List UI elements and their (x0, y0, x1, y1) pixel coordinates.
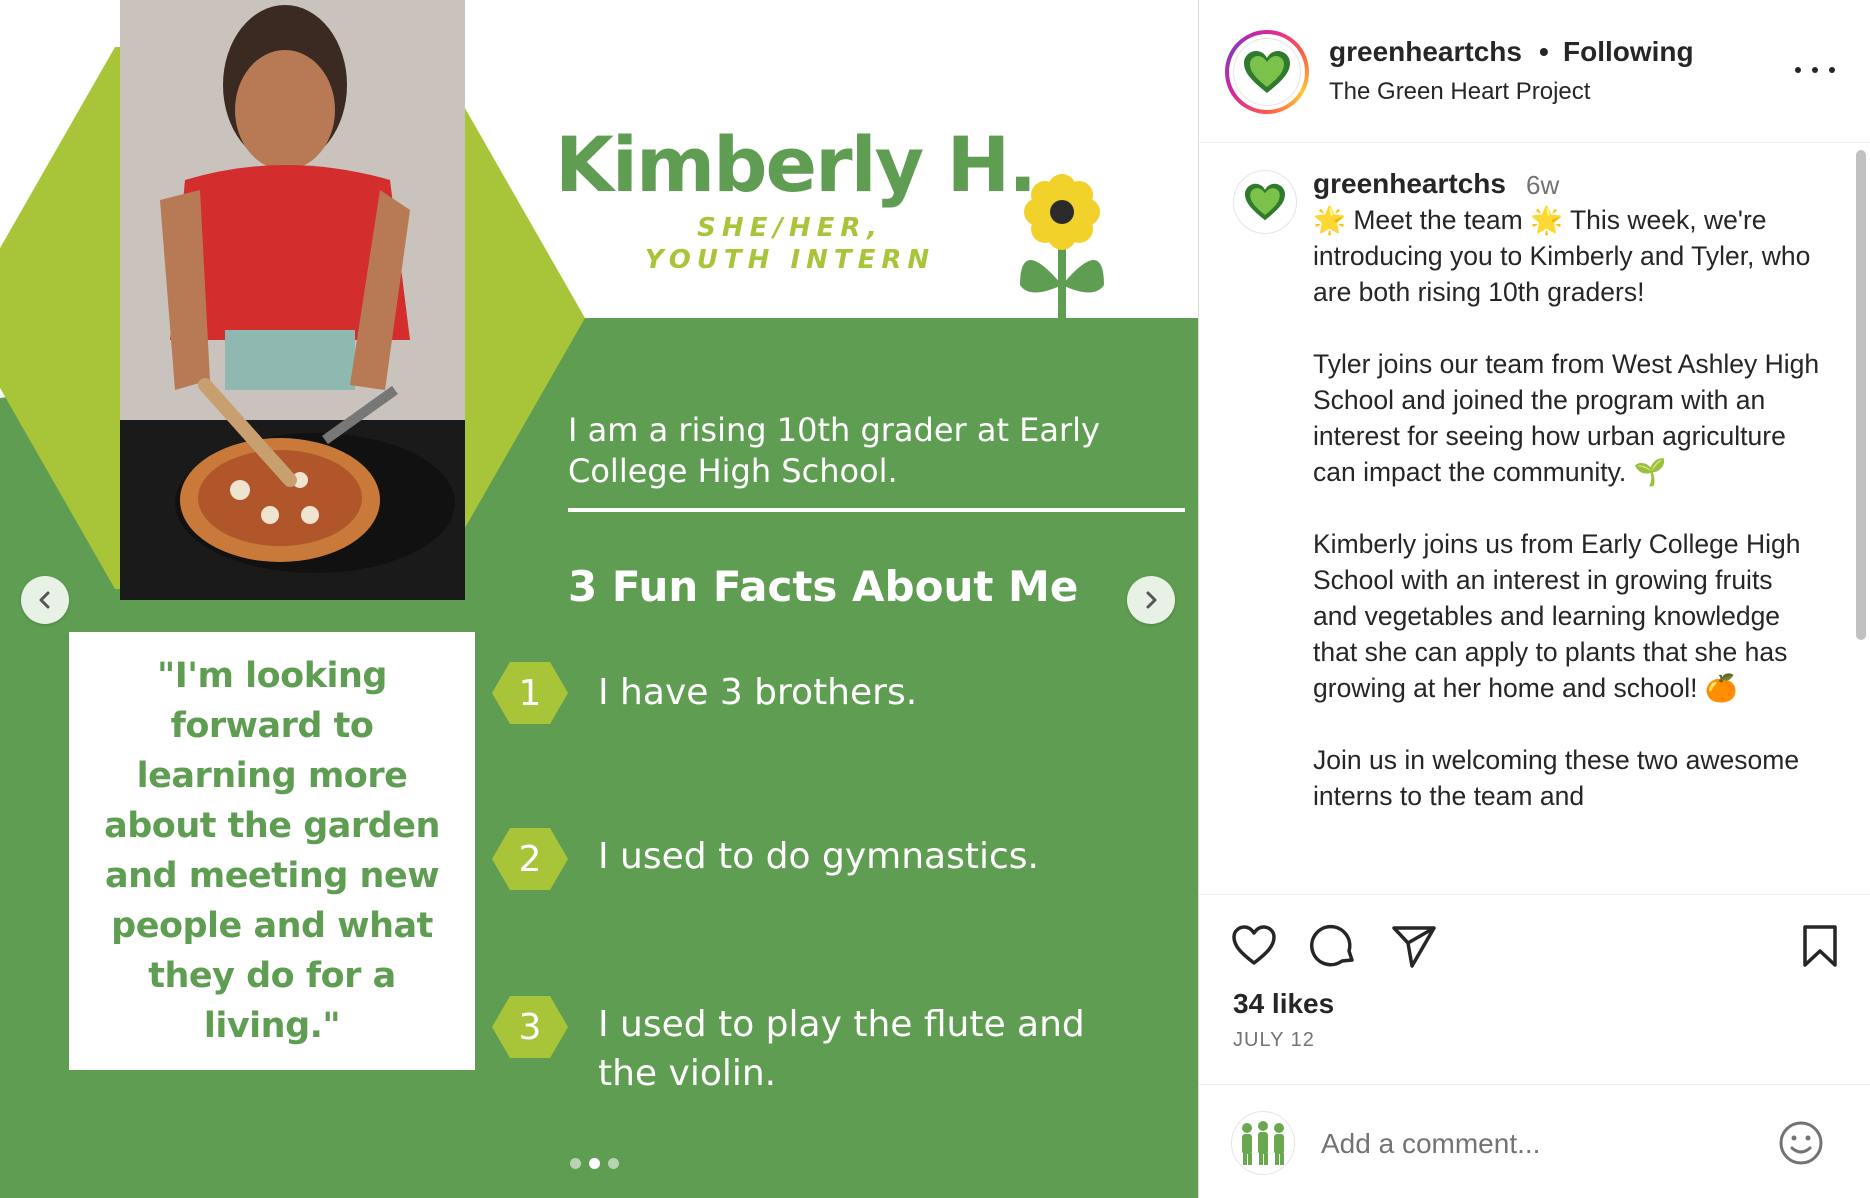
intern-name: Kimberly H. (555, 120, 1037, 209)
like-button[interactable] (1229, 921, 1279, 971)
fact-number-1: 1 (518, 672, 542, 714)
emoji-button[interactable] (1777, 1119, 1825, 1167)
chevron-left-icon (39, 591, 50, 609)
green-heart-icon (1244, 51, 1290, 93)
quote-box: "I'm looking forward to learning more ab… (69, 632, 475, 1070)
fact-text-2: I used to do gymnastics. (598, 836, 1039, 877)
caption-avatar[interactable] (1233, 170, 1297, 234)
caption-text: 🌟 Meet the team 🌟 This week, we're intro… (1313, 202, 1823, 814)
bookmark-icon (1803, 925, 1837, 967)
header-username-link[interactable]: greenheartchs (1329, 36, 1522, 68)
story-ring[interactable] (1225, 30, 1309, 114)
share-button[interactable] (1389, 921, 1439, 971)
carousel-next-button[interactable] (1127, 576, 1175, 624)
caption-scrollbar[interactable] (1856, 150, 1866, 640)
people-icon (1242, 1121, 1284, 1165)
post-date[interactable]: JULY 12 (1233, 1029, 1315, 1052)
comment-button[interactable] (1309, 921, 1359, 971)
role-line-1: SHE/HER, (697, 213, 883, 243)
role-line-2: YOUTH INTERN (644, 245, 936, 275)
heart-icon (1232, 925, 1276, 965)
caption-paragraph-4: Join us in welcoming these two awesome i… (1313, 745, 1807, 811)
profile-avatar (1233, 38, 1301, 106)
carousel-dot-active (589, 1158, 600, 1169)
carousel-prev-button[interactable] (21, 576, 69, 624)
caption-area: greenheartchs 6w 🌟 Meet the team 🌟 This … (1199, 144, 1870, 894)
fact-number-2: 2 (518, 838, 542, 880)
photo-cooking (120, 0, 465, 600)
header-separator: • (1539, 36, 1549, 67)
post-header: greenheartchs • Following The Green Hear… (1199, 0, 1870, 143)
caption-timestamp[interactable]: 6w (1526, 170, 1559, 201)
comment-bar (1199, 1084, 1870, 1198)
carousel-dots (570, 1158, 619, 1169)
fact-text-1: I have 3 brothers. (598, 672, 918, 713)
following-button[interactable]: Following (1563, 36, 1694, 68)
caption-username-link[interactable]: greenheartchs (1313, 168, 1506, 200)
fact-text-3: I used to play the flute and the violin. (598, 1004, 1085, 1094)
intern-intro: I am a rising 10th grader at Early Colle… (568, 411, 1100, 490)
more-options-icon[interactable] (1795, 60, 1835, 80)
emoji-icon (1779, 1121, 1823, 1165)
save-button[interactable] (1795, 921, 1845, 971)
post-sidebar: greenheartchs • Following The Green Hear… (1198, 0, 1870, 1198)
header-subtitle: The Green Heart Project (1329, 78, 1591, 105)
likes-count[interactable]: 34 likes (1233, 988, 1334, 1020)
share-icon (1392, 926, 1436, 968)
carousel-dot (570, 1158, 581, 1169)
caption-paragraph-1: 🌟 Meet the team 🌟 This week, we're intro… (1313, 205, 1818, 307)
caption-paragraph-3: Kimberly joins us from Early College Hig… (1313, 529, 1808, 703)
fact-number-3: 3 (518, 1006, 542, 1048)
intern-quote: "I'm looking forward to learning more ab… (104, 656, 440, 1046)
carousel-dot (608, 1158, 619, 1169)
post-image-carousel: Kimberly H. SHE/HER, YOUTH INTERN I am a… (0, 0, 1198, 1198)
comment-icon (1310, 924, 1354, 967)
chevron-right-icon (1146, 591, 1157, 609)
comment-input[interactable] (1321, 1119, 1761, 1169)
fun-facts-heading: 3 Fun Facts About Me (568, 562, 1079, 611)
caption-paragraph-2: Tyler joins our team from West Ashley Hi… (1313, 349, 1827, 487)
green-heart-icon (1245, 183, 1285, 221)
intern-role: SHE/HER, YOUTH INTERN (640, 212, 940, 276)
viewer-avatar (1231, 1111, 1295, 1175)
